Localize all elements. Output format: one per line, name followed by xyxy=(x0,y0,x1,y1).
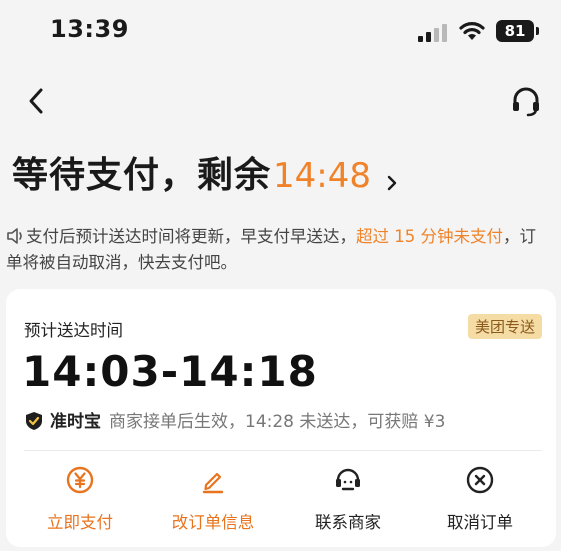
notice-highlight: 超过 15 分钟未支付 xyxy=(356,227,503,246)
edit-order-label: 改订单信息 xyxy=(171,513,255,532)
pay-now-button[interactable]: 立即支付 xyxy=(13,465,147,533)
eta-label: 预计送达时间 xyxy=(24,321,123,340)
payment-notice: 支付后预计送达时间将更新，早支付早送达，超过 15 分钟未支付，订单将被自动取消… xyxy=(6,224,546,276)
close-circle-icon xyxy=(466,466,494,494)
speaker-icon xyxy=(7,228,22,244)
on-time-guarantee[interactable]: 准时宝 商家接单后生效，14:28 未送达，可获赔 ¥3 xyxy=(24,407,445,432)
cancel-order-button[interactable]: 取消订单 xyxy=(413,465,547,533)
merchant-chat-icon xyxy=(336,468,360,491)
status-time: 13:39 xyxy=(50,15,129,43)
battery-level: 81 xyxy=(496,20,534,42)
back-icon[interactable] xyxy=(20,84,54,118)
cancel-order-label: 取消订单 xyxy=(447,513,513,532)
payment-countdown-title[interactable]: 等待支付，剩余14:48 xyxy=(12,146,398,196)
notice-text: 支付后预计送达时间将更新，早支付早送达， xyxy=(26,227,356,246)
delivery-tag: 美团专送 xyxy=(467,314,542,339)
countdown-timer: 14:48 xyxy=(273,156,371,196)
wifi-icon xyxy=(459,22,485,40)
eta-time: 14:03-14:18 xyxy=(22,347,318,396)
guarantee-brand: 准时宝 xyxy=(50,412,101,432)
pay-now-label: 立即支付 xyxy=(47,513,113,532)
pencil-icon xyxy=(202,472,224,494)
battery-cap xyxy=(536,27,539,35)
shield-check-icon xyxy=(26,412,42,430)
order-actions: 立即支付 改订单信息 联系商家 取消订单 xyxy=(6,465,556,535)
customer-service-icon[interactable] xyxy=(508,84,544,120)
status-bar: 13:39 81 xyxy=(0,0,561,64)
divider xyxy=(24,450,542,451)
delivery-card: 预计送达时间 美团专送 14:03-14:18 准时宝 商家接单后生效，14:28… xyxy=(6,289,556,547)
guarantee-description: 商家接单后生效，14:28 未送达，可获赔 ¥3 xyxy=(109,412,446,432)
contact-merchant-label: 联系商家 xyxy=(315,513,381,532)
cellular-signal-icon xyxy=(418,24,450,42)
contact-merchant-button[interactable]: 联系商家 xyxy=(281,465,415,533)
yen-circle-icon xyxy=(66,466,94,494)
edit-order-button[interactable]: 改订单信息 xyxy=(146,465,280,533)
chevron-right-icon xyxy=(387,175,397,190)
nav-bar xyxy=(0,78,561,124)
page-title: 等待支付，剩余 xyxy=(12,155,272,196)
